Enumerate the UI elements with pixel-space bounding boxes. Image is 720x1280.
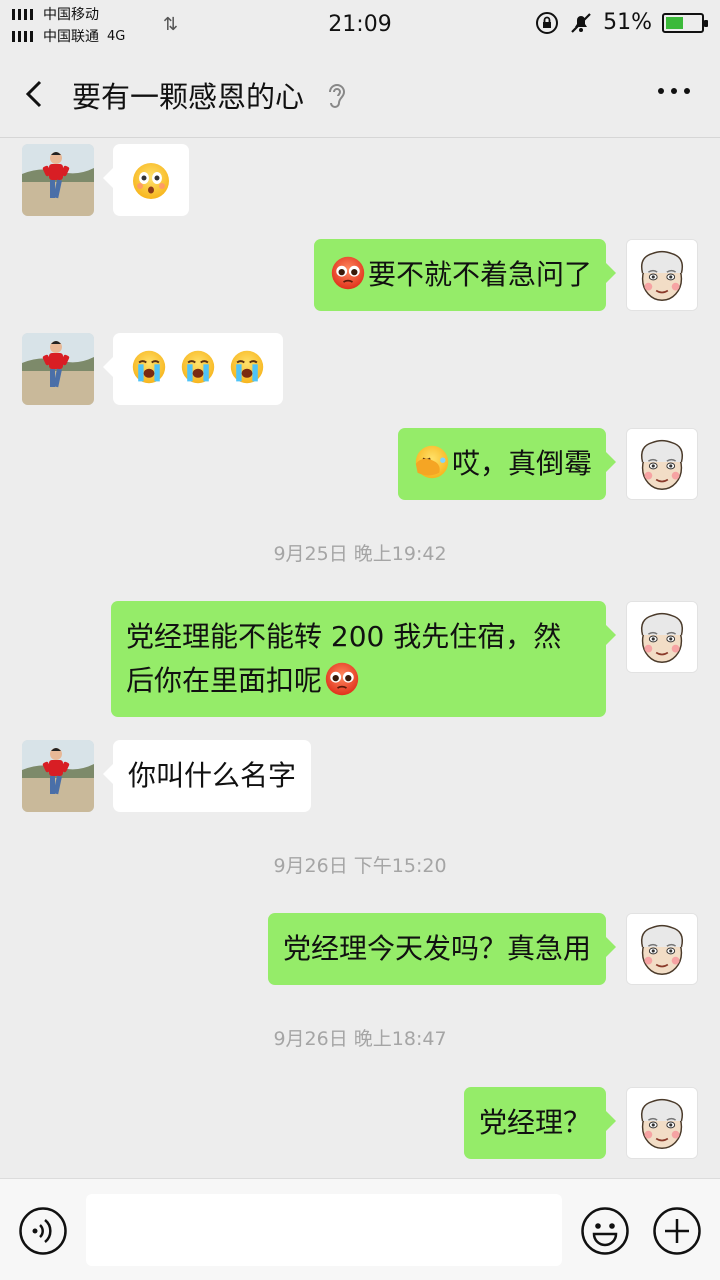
battery-icon [662, 12, 708, 33]
pleading-emoji-icon [330, 255, 366, 291]
my-avatar[interactable] [626, 601, 698, 673]
message-bubble-outgoing[interactable]: 党经理能不能转 200 我先住宿，然 后你在里面扣呢 [111, 601, 616, 717]
message-bubble-incoming[interactable]: 你叫什么名字 [102, 740, 312, 812]
input-bar [0, 1178, 720, 1280]
message-text: 后你在里面扣呢 [126, 664, 323, 697]
message-bubble-incoming[interactable] [103, 333, 283, 405]
contact-avatar[interactable] [22, 740, 94, 812]
message-text: 党经理？ [478, 1106, 591, 1139]
facepalm-emoji-icon [414, 444, 450, 480]
flushed-emoji-icon [131, 161, 171, 201]
my-avatar[interactable] [626, 239, 698, 311]
voice-icon[interactable] [18, 1206, 68, 1256]
ear-icon [329, 84, 346, 108]
mute-icon [571, 12, 591, 33]
system-icons: 51% [535, 10, 708, 35]
message-text-line-2: 后你在里面扣呢 [126, 659, 591, 703]
contact-avatar[interactable] [22, 144, 94, 216]
message-text: 党经理今天发吗？真急用 [282, 932, 591, 965]
loudly-crying-emoji-icon [229, 349, 265, 385]
loudly-crying-emoji-icon [180, 349, 216, 385]
status-bar: 中国移动 中国联通 4G ⇅ 21:09 51% [0, 0, 720, 52]
timestamp: 9月26日 晚上18:47 [273, 1028, 447, 1050]
message-bubble-outgoing[interactable]: 党经理？ [463, 1087, 617, 1159]
message-text: 哎，真倒霉 [451, 447, 592, 480]
message-input[interactable] [86, 1194, 562, 1266]
timestamp: 9月26日 下午15:20 [273, 855, 447, 877]
pleading-emoji-icon [324, 661, 360, 697]
contact-avatar[interactable] [22, 333, 94, 405]
message-text: 要不就不着急问了 [367, 258, 592, 291]
message-bubble-outgoing[interactable]: 党经理今天发吗？真急用 [267, 913, 617, 985]
my-avatar[interactable] [626, 913, 698, 985]
message-text-line-1: 党经理能不能转 200 我先住宿，然 [126, 620, 562, 653]
battery-percent: 51% [603, 10, 652, 35]
plus-icon[interactable] [652, 1206, 702, 1256]
battery-fill [666, 16, 683, 29]
chat-title: 要有一颗感恩的心 [72, 80, 305, 114]
message-text: 你叫什么名字 [128, 759, 297, 792]
message-bubble-outgoing[interactable]: 哎，真倒霉 [397, 428, 617, 500]
my-avatar[interactable] [626, 1087, 698, 1159]
loudly-crying-emoji-icon [131, 349, 167, 385]
chat-header: 要有一颗感恩的心 [0, 52, 720, 138]
message-list[interactable]: 要不就不着急问了 哎，真倒霉 9月25日 晚上19:42 党经理能不能转 200… [0, 138, 720, 1178]
more-button[interactable] [658, 88, 690, 94]
rotation-lock-icon [536, 11, 559, 34]
back-button[interactable] [18, 76, 54, 112]
my-avatar[interactable] [626, 428, 698, 500]
message-bubble-incoming[interactable] [103, 144, 189, 216]
message-bubble-outgoing[interactable]: 要不就不着急问了 [313, 239, 617, 311]
smile-icon[interactable] [580, 1206, 630, 1256]
timestamp: 9月25日 晚上19:42 [273, 543, 447, 565]
